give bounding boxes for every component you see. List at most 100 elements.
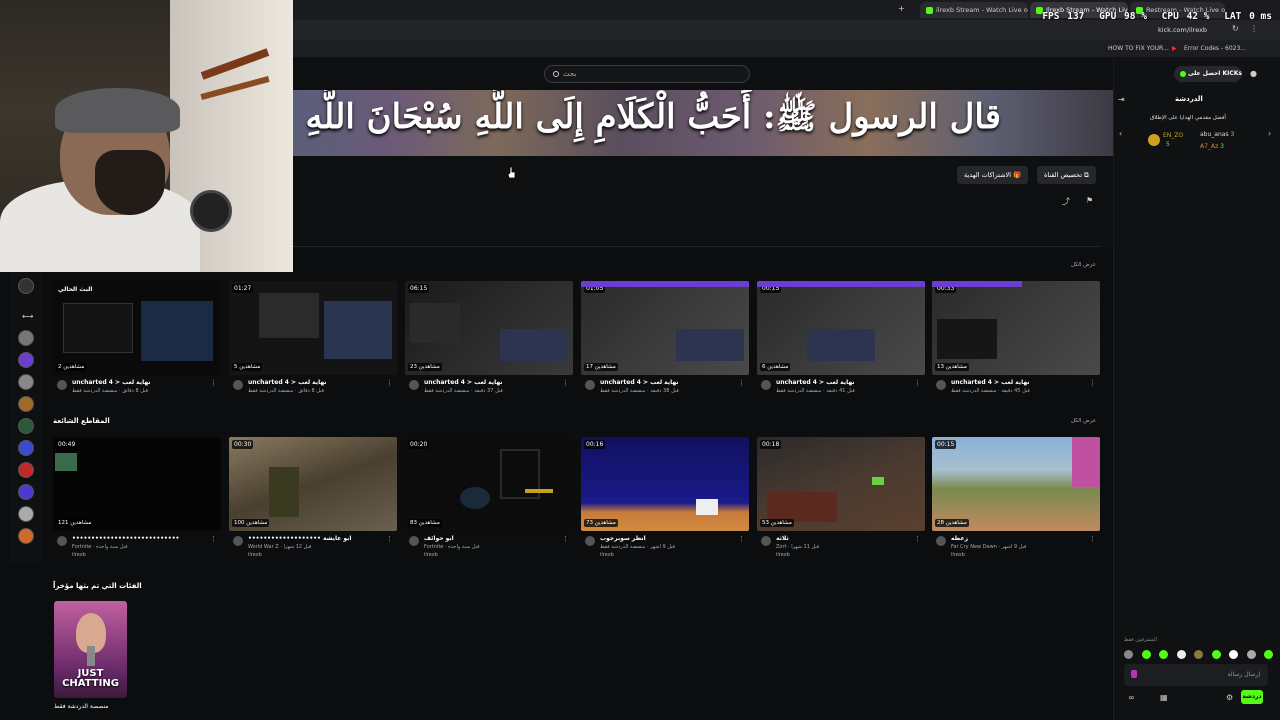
- video-thumbnail[interactable]: 00:15 6 مشاهدين: [757, 281, 925, 375]
- clip-channel[interactable]: ilrexb: [776, 552, 790, 558]
- clip-title[interactable]: ثلاثة: [776, 535, 916, 542]
- clip-channel[interactable]: ilrexb: [424, 552, 438, 558]
- video-thumbnail[interactable]: 01:05 17 مشاهدين: [581, 281, 749, 375]
- channel-avatar[interactable]: [409, 536, 419, 546]
- videos-see-all-link[interactable]: عرض الكل: [1071, 262, 1096, 268]
- clip-thumbnail[interactable]: 00:15 28 مشاهدين: [932, 437, 1100, 531]
- clip-channel[interactable]: ilrexb: [951, 552, 965, 558]
- channel-avatar[interactable]: [18, 374, 34, 390]
- emote-icon[interactable]: [1211, 650, 1221, 659]
- bookmark-item[interactable]: HOW TO FIX YOUR...: [1108, 45, 1169, 52]
- video-title[interactable]: uncharted 4 > نهاية لعب: [424, 379, 564, 386]
- gifters-next-icon[interactable]: ›: [1268, 129, 1271, 138]
- video-title[interactable]: uncharted 4 > نهاية لعب: [600, 379, 740, 386]
- emote-icon[interactable]: [1246, 650, 1256, 659]
- more-options-icon[interactable]: ⋮: [738, 535, 745, 543]
- video-card[interactable]: 00:33 13 مشاهدين uncharted 4 > نهاية لعب…: [932, 281, 1100, 394]
- chat-users-icon[interactable]: ▦: [1160, 693, 1168, 702]
- clip-thumbnail[interactable]: 00:18 53 مشاهدين: [757, 437, 925, 531]
- clip-thumbnail[interactable]: 00:30 100 مشاهدين: [229, 437, 397, 531]
- gift-subs-button[interactable]: الاشتراكات الهدية 🎁: [957, 166, 1029, 184]
- video-title[interactable]: uncharted 4 > نهاية لعب: [248, 379, 388, 386]
- clip-card[interactable]: 00:18 53 مشاهدين ثلاثة Zort · قبل 11 شهر…: [757, 437, 925, 558]
- channel-avatar[interactable]: [761, 380, 771, 390]
- clip-card[interactable]: 00:16 73 مشاهدين انظر سوبرجوب قبل 9 أشهر…: [581, 437, 749, 558]
- more-options-icon[interactable]: ⋮: [1089, 535, 1096, 543]
- channel-avatar[interactable]: [18, 418, 34, 434]
- collapse-icon[interactable]: ⟷: [22, 312, 33, 321]
- browser-tab[interactable]: ilrexb Stream - Watch Live on K: [920, 2, 1028, 18]
- clip-card[interactable]: 00:20 83 مشاهدين ابو حوائف Fortnite · قب…: [405, 437, 573, 558]
- video-card[interactable]: 06:15 23 مشاهدين uncharted 4 > نهاية لعب…: [405, 281, 573, 394]
- chat-send-button[interactable]: دردشة: [1241, 690, 1263, 704]
- channel-avatar[interactable]: [761, 536, 771, 546]
- chat-message-input[interactable]: إرسال رسالة: [1124, 664, 1268, 686]
- channel-avatar[interactable]: [18, 506, 34, 522]
- clip-channel[interactable]: ilrexb: [248, 552, 262, 558]
- clip-card[interactable]: 00:15 28 مشاهدين زعطه Far Cry New Dawn ·…: [932, 437, 1100, 558]
- search-input[interactable]: بحث: [544, 65, 750, 83]
- channel-avatar[interactable]: [57, 536, 67, 546]
- more-options-icon[interactable]: ⋮: [562, 535, 569, 543]
- reload-icon[interactable]: ↻: [1232, 24, 1239, 33]
- clip-title[interactable]: زعطه: [951, 535, 1091, 542]
- emote-picker-icon[interactable]: [1131, 670, 1137, 678]
- emote-icon[interactable]: [1159, 650, 1169, 659]
- avatar-icon[interactable]: ●: [1250, 69, 1257, 78]
- video-title[interactable]: uncharted 4 > نهاية لعب: [951, 379, 1091, 386]
- channel-avatar[interactable]: [18, 440, 34, 456]
- customize-channel-button[interactable]: تخصيص القناة ⧉: [1037, 166, 1096, 184]
- channel-avatar[interactable]: [585, 536, 595, 546]
- clip-thumbnail[interactable]: 00:49 121 مشاهدين: [53, 437, 221, 531]
- more-options-icon[interactable]: ⋮: [562, 379, 569, 387]
- emote-icon[interactable]: [1124, 650, 1133, 659]
- chat-settings-icon[interactable]: ∞: [1128, 693, 1135, 702]
- channel-avatar[interactable]: [409, 380, 419, 390]
- more-options-icon[interactable]: ⋮: [738, 379, 745, 387]
- more-options-icon[interactable]: ⋮: [386, 379, 393, 387]
- chat-collapse-icon[interactable]: ⇥: [1118, 95, 1125, 104]
- emote-icon[interactable]: [1141, 650, 1151, 659]
- channel-avatar[interactable]: [18, 528, 34, 544]
- channel-avatar[interactable]: [936, 380, 946, 390]
- clip-title[interactable]: انظر سوبرجوب: [600, 535, 740, 542]
- category-card-just-chatting[interactable]: JUST CHATTING: [54, 601, 127, 698]
- report-icon[interactable]: ⚑: [1086, 196, 1093, 205]
- clip-thumbnail[interactable]: 00:16 73 مشاهدين: [581, 437, 749, 531]
- channel-avatar[interactable]: [936, 536, 946, 546]
- get-kicks-button[interactable]: احصل على KICKs: [1174, 66, 1242, 82]
- share-icon[interactable]: ⤴: [1062, 196, 1070, 207]
- channel-avatar[interactable]: [585, 380, 595, 390]
- video-card[interactable]: البث الحالي 2 مشاهدين uncharted 4 > نهاي…: [53, 281, 221, 394]
- channel-avatar[interactable]: [18, 396, 34, 412]
- clip-title[interactable]: ••••••••••••••••••••••••••••: [72, 535, 212, 542]
- clip-thumbnail[interactable]: 00:20 83 مشاهدين: [405, 437, 573, 531]
- more-options-icon[interactable]: ⋮: [386, 535, 393, 543]
- video-thumbnail[interactable]: البث الحالي 2 مشاهدين: [53, 281, 221, 375]
- channel-avatar[interactable]: [233, 536, 243, 546]
- channel-avatar[interactable]: [18, 278, 34, 294]
- url-text[interactable]: kick.com/ilrexb: [1158, 26, 1207, 34]
- clip-channel[interactable]: ilrexb: [600, 552, 614, 558]
- gifters-prev-icon[interactable]: ‹: [1119, 129, 1122, 138]
- channel-avatar[interactable]: [18, 352, 34, 368]
- channel-avatar[interactable]: [57, 380, 67, 390]
- video-card[interactable]: 00:15 6 مشاهدين uncharted 4 > نهاية لعب …: [757, 281, 925, 394]
- gifter-entry[interactable]: A7_Az 3: [1200, 143, 1224, 150]
- clip-title[interactable]: ابو حوائف: [424, 535, 564, 542]
- video-card[interactable]: 01:05 17 مشاهدين uncharted 4 > نهاية لعب…: [581, 281, 749, 394]
- emote-icon[interactable]: [1176, 650, 1186, 659]
- gifter-entry[interactable]: EN_ZO: [1163, 132, 1183, 139]
- bookmark-item[interactable]: Error Codes - 6023...: [1184, 45, 1246, 52]
- channel-avatar[interactable]: [18, 330, 34, 346]
- channel-avatar[interactable]: [18, 462, 34, 478]
- settings-gear-icon[interactable]: ⚙: [1226, 693, 1233, 702]
- video-thumbnail[interactable]: 01:27 5 مشاهدين: [229, 281, 397, 375]
- clip-card[interactable]: 00:49 121 مشاهدين ••••••••••••••••••••••…: [53, 437, 221, 558]
- video-thumbnail[interactable]: 00:33 13 مشاهدين: [932, 281, 1100, 375]
- menu-dots-icon[interactable]: ⋮: [1250, 24, 1258, 33]
- clip-card[interactable]: 00:30 100 مشاهدين ••••••••••••••••••• اب…: [229, 437, 397, 558]
- more-options-icon[interactable]: ⋮: [210, 535, 217, 543]
- category-label[interactable]: منصصة الدردشة فقط: [54, 703, 109, 710]
- clips-see-all-link[interactable]: عرض الكل: [1071, 418, 1096, 424]
